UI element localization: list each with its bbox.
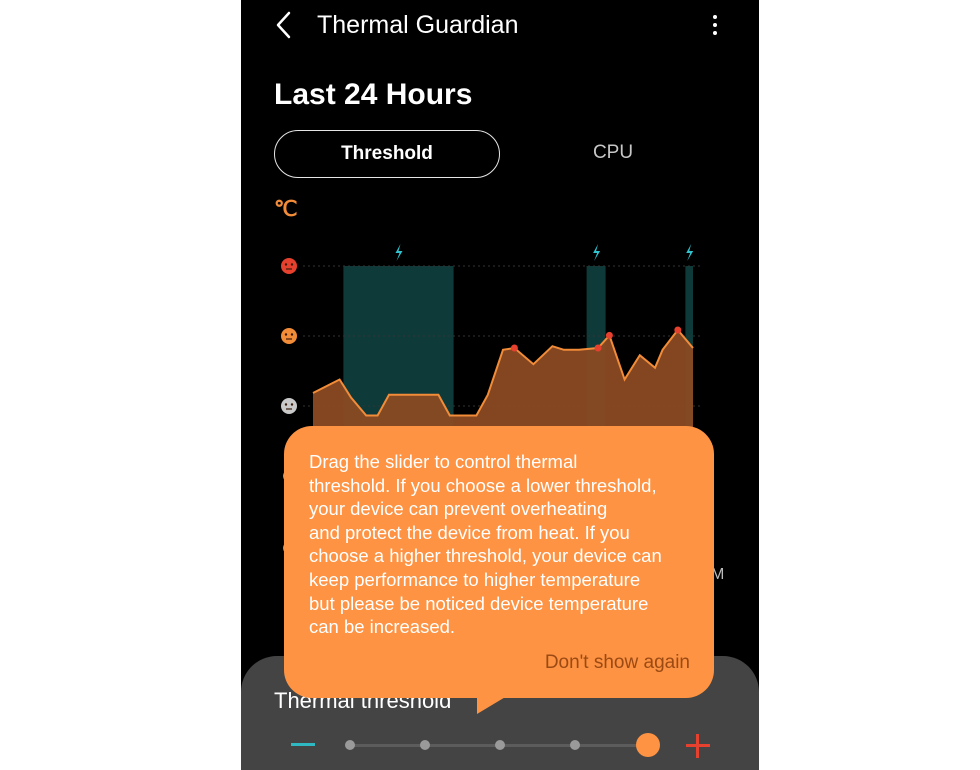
tooltip-tail [477,696,507,714]
phone-screen: Thermal Guardian Last 24 Hours Threshold… [241,0,759,770]
slider-thumb[interactable] [636,733,660,757]
slider-stop[interactable] [345,740,355,750]
lightning-bolt-icon [593,244,601,261]
dont-show-again-button[interactable]: Don't show again [545,652,690,674]
slider-stop[interactable] [495,740,505,750]
slider-stop[interactable] [570,740,580,750]
data-point [594,344,602,352]
app-title: Thermal Guardian [317,11,519,39]
tab-cpu[interactable]: CPU [501,130,725,176]
face-eye [284,263,288,266]
tooltip-text: Drag the slider to control thermal thres… [309,451,662,638]
hot-face-icon [281,258,297,274]
back-button[interactable] [269,6,299,44]
tab-threshold[interactable]: Threshold [274,130,500,178]
slider-stop[interactable] [420,740,430,750]
neutral-face-icon [281,398,297,414]
data-point [510,344,518,352]
threshold-slider[interactable] [291,725,711,765]
face-eye [284,403,288,406]
warm-face-icon [281,328,297,344]
data-point [674,326,682,334]
more-dot [713,31,717,35]
data-point [605,331,613,339]
face-eye [290,403,294,406]
section-title: Last 24 Hours [274,78,473,111]
face-eye [290,263,294,266]
more-dot [713,23,717,27]
lightning-bolt-icon [395,244,403,261]
lightning-bolt-icon [686,244,694,261]
threshold-tooltip: Drag the slider to control thermal thres… [284,426,714,698]
back-arrow-icon [276,11,291,39]
decrease-icon[interactable] [291,743,315,746]
face-eye [290,333,294,336]
face-eye [284,333,288,336]
charging-bolts [395,244,694,261]
more-dot [713,15,717,19]
temperature-unit-label: ℃ [274,198,298,221]
increase-icon[interactable] [686,734,710,758]
more-options-button[interactable] [703,8,727,42]
